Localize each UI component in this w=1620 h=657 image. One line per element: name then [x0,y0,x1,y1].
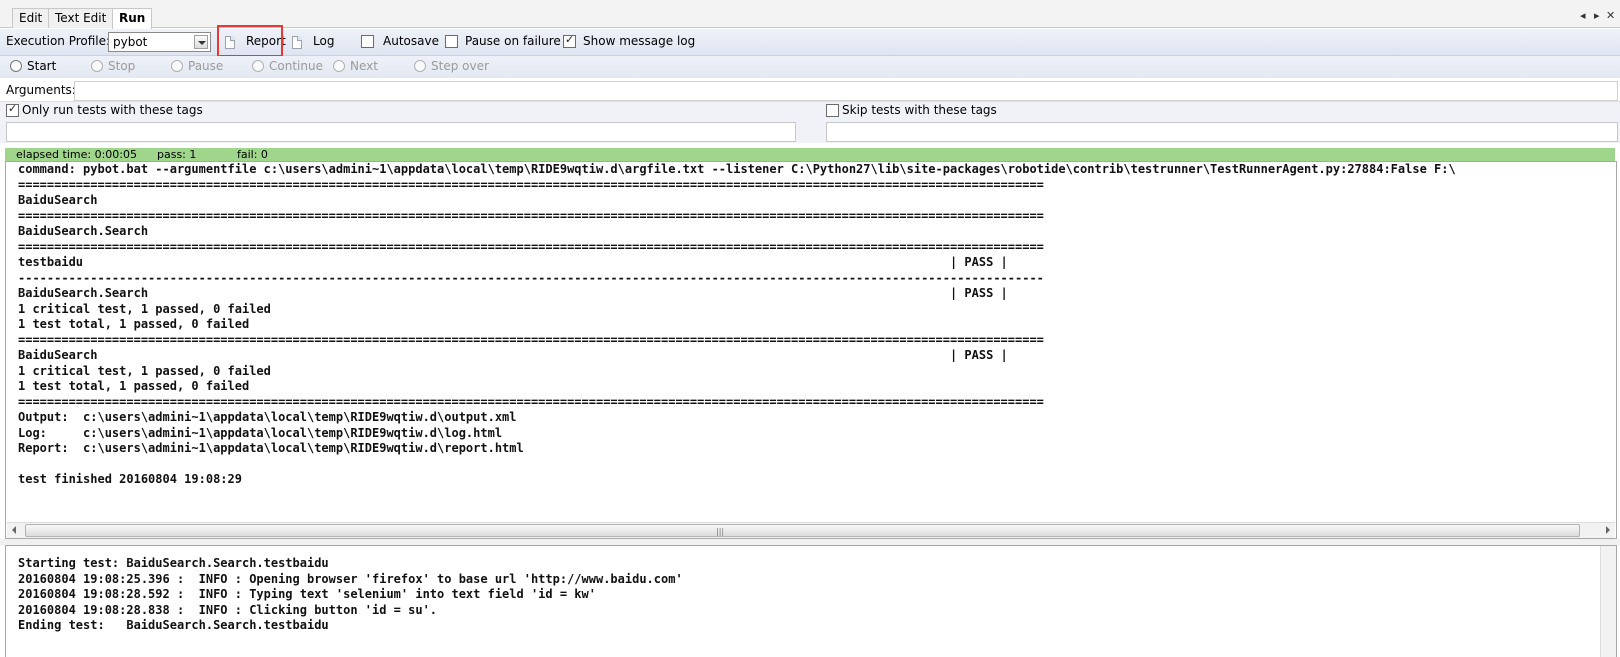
message-log-panel[interactable]: Starting test: BaiduSearch.Search.testba… [5,545,1617,657]
execution-profile-select[interactable]: pybot [108,32,211,52]
continue-button-label: Continue [269,59,323,73]
output-line: ========================================… [18,208,1044,223]
skip-tags-label: Skip tests with these tags [842,103,997,117]
message-log-line: Starting test: BaiduSearch.Search.testba… [18,556,329,570]
tab-scroll-left-icon[interactable]: ◂ [1580,9,1586,22]
start-button-label: Start [27,59,57,73]
pause-on-failure-label: Pause on failure [465,34,561,48]
pause-on-failure-checkbox[interactable] [445,35,458,48]
skip-tags-checkbox[interactable] [826,104,839,117]
scrollbar-thumb[interactable]: ||| [25,524,1580,537]
pass-count: pass: 1 [157,148,197,161]
output-line: test finished 20160804 19:08:29 [18,472,242,486]
report-highlight-box [217,25,283,57]
output-line: testbaidu | PASS | [18,255,1008,269]
fail-count: fail: 0 [237,148,268,161]
message-log-text: Starting test: BaiduSearch.Search.testba… [18,556,683,634]
stop-button[interactable]: Stop [91,59,135,75]
execution-profile-value: pybot [113,35,148,49]
output-console[interactable]: command: pybot.bat --argumentfile c:\use… [5,161,1617,539]
output-console-text: command: pybot.bat --argumentfile c:\use… [18,162,1456,488]
log-button-label: Log [313,34,335,48]
continue-button[interactable]: Continue [252,59,323,75]
chevron-down-icon [194,35,208,49]
only-run-tags-input[interactable] [6,122,796,142]
arguments-input[interactable] [74,81,1618,101]
horizontal-scrollbar[interactable]: ||| [7,522,1615,538]
vertical-scrollbar[interactable] [1600,546,1616,657]
output-line: 1 critical test, 1 passed, 0 failed [18,301,271,316]
next-button[interactable]: Next [333,59,378,75]
output-line: command: pybot.bat --argumentfile c:\use… [18,162,1456,176]
output-line: ========================================… [18,394,1044,409]
tab-scroll-right-icon[interactable]: ▸ [1594,9,1600,22]
pause-button[interactable]: Pause [171,59,223,75]
output-line: Output: c:\users\admini~1\appdata\local\… [18,410,517,424]
show-message-log-label: Show message log [583,34,696,48]
message-log-line: 20160804 19:08:25.396 : INFO : Opening b… [18,571,683,586]
continue-icon [252,60,264,72]
arguments-row: Arguments: [0,80,1620,102]
play-icon [10,60,22,72]
arguments-label: Arguments: [6,83,76,97]
elapsed-time: elapsed time: 0:00:05 [16,148,137,161]
step-over-button-label: Step over [431,59,489,73]
only-run-tags-checkbox[interactable] [6,102,19,117]
tags-row: Only run tests with these tags Skip test… [0,102,1620,143]
message-log-line: Ending test: BaiduSearch.Search.testbaid… [18,618,329,632]
start-button[interactable]: Start [10,59,56,75]
output-line: BaiduSearch.Search [18,224,149,238]
output-line: 1 test total, 1 passed, 0 failed [18,379,250,393]
output-line: Report: c:\users\admini~1\appdata\local\… [18,441,524,455]
stop-button-label: Stop [108,59,136,73]
run-status-bar: elapsed time: 0:00:05 pass: 1 fail: 0 [5,148,1615,161]
output-line: ========================================… [18,177,1044,192]
output-line: ========================================… [18,239,1044,254]
execution-profile-label: Execution Profile: [6,34,111,48]
editor-tab-bar: Edit Text Edit Run ◂ ▸ ✕ [0,0,1620,29]
output-line: BaiduSearch [18,193,98,207]
tab-run[interactable]: Run [112,8,153,29]
output-line: ========================================… [18,332,1044,347]
scroll-left-icon[interactable] [12,526,16,534]
message-log-line: 20160804 19:08:28.592 : INFO : Typing te… [18,587,596,601]
message-log-line: 20160804 19:08:28.838 : INFO : Clicking … [18,602,438,617]
show-message-log-checkbox[interactable] [563,33,576,48]
run-controls-bar: Start Stop Pause Continue Next Step over [0,56,1620,78]
output-line: Log: c:\users\admini~1\appdata\local\tem… [18,425,503,440]
output-line: 1 test total, 1 passed, 0 failed [18,317,250,331]
pause-button-label: Pause [188,59,224,73]
close-tab-icon[interactable]: ✕ [1606,9,1615,22]
log-document-icon [292,36,302,49]
step-over-icon [414,60,426,72]
autosave-label: Autosave [383,34,439,48]
only-run-tags-label: Only run tests with these tags [22,103,203,117]
tab-text-edit-label: Text Edit [55,11,107,25]
output-line: 1 critical test, 1 passed, 0 failed [18,363,271,378]
scroll-right-icon[interactable] [1606,526,1610,534]
pause-icon [171,60,183,72]
tab-edit-label: Edit [19,11,43,25]
next-icon [333,60,345,72]
next-button-label: Next [350,59,378,73]
stop-icon [91,60,103,72]
output-line: BaiduSearch | PASS | [18,348,1008,362]
step-over-button[interactable]: Step over [414,59,489,75]
skip-tags-input[interactable] [826,122,1618,142]
tab-edit[interactable]: Edit [12,8,50,28]
output-line: ----------------------------------------… [18,270,1044,285]
grip-icon: ||| [716,527,725,536]
autosave-checkbox[interactable] [361,35,374,48]
output-line: BaiduSearch.Search | PASS | [18,286,1008,300]
tab-run-label: Run [119,11,146,25]
tab-text-edit[interactable]: Text Edit [48,8,114,28]
